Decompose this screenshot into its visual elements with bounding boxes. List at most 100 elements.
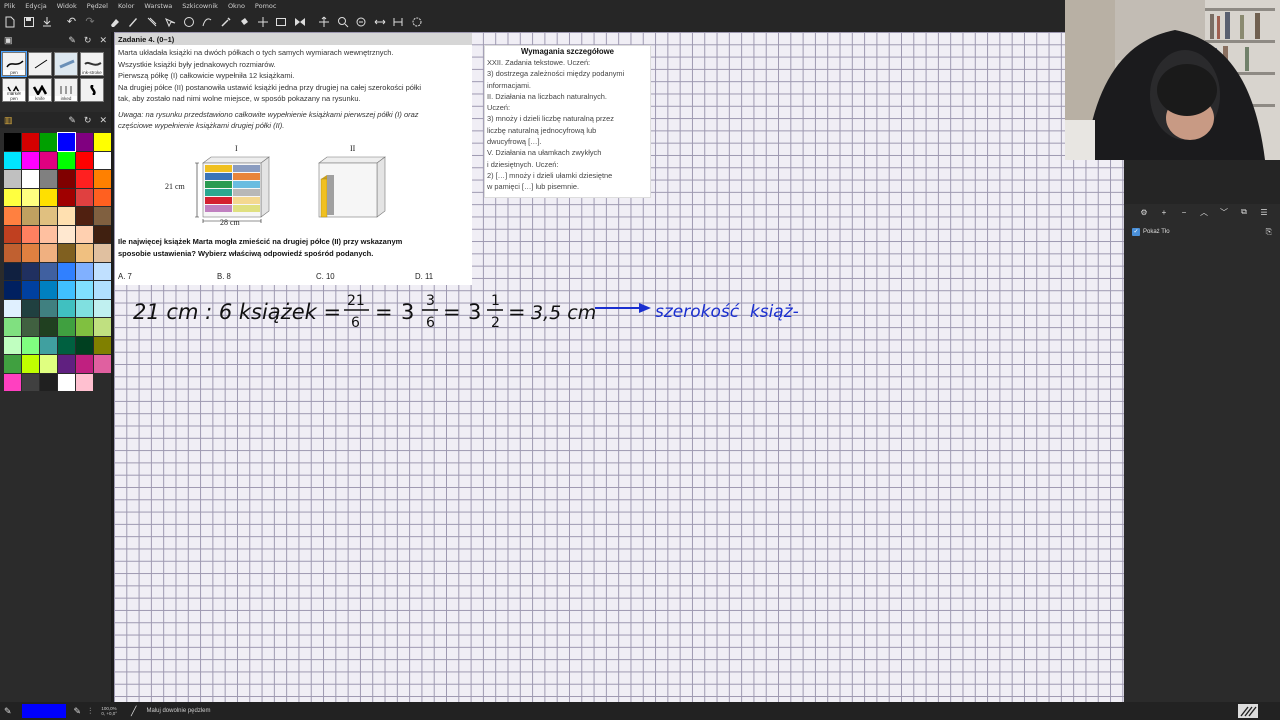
menu-color[interactable]: Kolor: [118, 2, 134, 10]
duplicate-layer-icon[interactable]: ⧉: [1234, 207, 1254, 217]
palette-swatch[interactable]: [4, 133, 21, 151]
palette-swatch[interactable]: [58, 262, 75, 280]
palette-swatch[interactable]: [22, 318, 39, 336]
palette-swatch[interactable]: [76, 133, 93, 151]
remove-layer-icon[interactable]: −: [1174, 208, 1194, 217]
save-icon[interactable]: [22, 15, 36, 29]
layer-row[interactable]: ✓ Pokaż Tło ⎘: [1124, 224, 1280, 240]
palette-swatch[interactable]: [40, 336, 57, 354]
palette-swatch[interactable]: [40, 281, 57, 299]
palette-swatch[interactable]: [94, 281, 111, 299]
palette-swatch[interactable]: [4, 188, 21, 206]
palette-swatch[interactable]: [94, 225, 111, 243]
palette-swatch[interactable]: [22, 355, 39, 373]
palette-swatch[interactable]: [94, 207, 111, 225]
rotate-icon[interactable]: [354, 15, 368, 29]
palette-swatch[interactable]: [94, 188, 111, 206]
brush-preset[interactable]: ink-stroke: [80, 52, 104, 76]
palette-swatch[interactable]: [58, 299, 75, 317]
palette-swatch[interactable]: [40, 151, 57, 169]
palette-swatch[interactable]: [40, 262, 57, 280]
brush-tool-icon[interactable]: ╱: [131, 706, 136, 717]
menu-view[interactable]: Widok: [57, 2, 77, 10]
palette-swatch[interactable]: [94, 151, 111, 169]
move-layer-up-icon[interactable]: ︿: [1194, 207, 1214, 218]
layer-properties-icon[interactable]: ⚙: [1134, 208, 1154, 217]
palette-swatch[interactable]: [22, 133, 39, 151]
fill-icon[interactable]: [237, 15, 251, 29]
menu-brush[interactable]: Pędzel: [87, 2, 108, 10]
brush-preset[interactable]: inked: [54, 78, 78, 102]
palette-swatch[interactable]: [76, 281, 93, 299]
palette-swatch[interactable]: [22, 207, 39, 225]
palette-swatch[interactable]: [40, 355, 57, 373]
pen-tool-icon[interactable]: ✎: [4, 706, 12, 717]
pen-icon[interactable]: [126, 15, 140, 29]
palette-settings-icon[interactable]: ✎: [68, 115, 76, 126]
brush-settings-icon[interactable]: ✎: [68, 35, 76, 46]
brush-preset[interactable]: knife: [28, 78, 52, 102]
menu-help[interactable]: Pomoc: [255, 2, 277, 10]
brush-preset[interactable]: [54, 52, 78, 76]
paste-icon[interactable]: ⎘: [1266, 227, 1272, 237]
path-icon[interactable]: [200, 15, 214, 29]
palette-swatch[interactable]: [40, 207, 57, 225]
symmetry-icon[interactable]: [293, 15, 307, 29]
palette-swatch[interactable]: [4, 262, 21, 280]
palette-swatch[interactable]: [57, 132, 76, 152]
lasso-icon[interactable]: [163, 15, 177, 29]
palette-swatch[interactable]: [22, 373, 39, 391]
palette-swatch[interactable]: [4, 151, 21, 169]
palette-swatch[interactable]: [22, 151, 39, 169]
palette-swatch[interactable]: [94, 336, 111, 354]
palette-swatch[interactable]: [76, 207, 93, 225]
menu-window[interactable]: Okno: [228, 2, 245, 10]
flip-icon[interactable]: [373, 15, 387, 29]
eraser-icon[interactable]: [108, 15, 122, 29]
frame-icon[interactable]: [274, 15, 288, 29]
palette-swatch[interactable]: [58, 244, 75, 262]
menu-edit[interactable]: Edycja: [25, 2, 46, 10]
palette-swatch[interactable]: [58, 188, 75, 206]
palette-swatch[interactable]: [94, 355, 111, 373]
palette-swatch[interactable]: [58, 355, 75, 373]
palette-swatch[interactable]: [76, 355, 93, 373]
menu-layer[interactable]: Warstwa: [144, 2, 172, 10]
brush-preset[interactable]: [28, 52, 52, 76]
add-layer-icon[interactable]: +: [1154, 208, 1174, 217]
move-icon[interactable]: [317, 15, 331, 29]
palette-swatch[interactable]: [94, 244, 111, 262]
palette-swatch[interactable]: [4, 299, 21, 317]
palette-swatch[interactable]: [22, 262, 39, 280]
palette-swatch[interactable]: [22, 281, 39, 299]
eyedropper-icon[interactable]: [219, 15, 233, 29]
layer-visibility-checkbox[interactable]: ✓: [1132, 228, 1140, 236]
palette-swatch[interactable]: [40, 299, 57, 317]
palette-swatch[interactable]: [76, 336, 93, 354]
palette-swatch[interactable]: [58, 336, 75, 354]
palette-swatch[interactable]: [94, 262, 111, 280]
edit-color-icon[interactable]: ✎: [74, 706, 82, 717]
ellipse-icon[interactable]: [182, 15, 196, 29]
answer-b[interactable]: B. 8: [217, 272, 316, 281]
brush-icon[interactable]: [145, 15, 159, 29]
zoom-icon[interactable]: [336, 15, 350, 29]
pan-icon[interactable]: [391, 15, 405, 29]
answer-d[interactable]: D. 11: [415, 272, 514, 281]
menu-file[interactable]: Plik: [4, 2, 15, 10]
palette-swatch[interactable]: [22, 336, 39, 354]
brush-preset[interactable]: marker pen: [2, 78, 26, 102]
palette-swatch[interactable]: [94, 318, 111, 336]
palette-swatch[interactable]: [40, 133, 57, 151]
foreground-color-swatch[interactable]: [21, 704, 66, 718]
palette-swatch[interactable]: [76, 373, 93, 391]
menu-sketchbook[interactable]: Szkicownik: [182, 2, 218, 10]
palette-swatch[interactable]: [4, 355, 21, 373]
palette-swatch[interactable]: [94, 170, 111, 188]
palette-swatch[interactable]: [4, 207, 21, 225]
palette-swatch[interactable]: [58, 318, 75, 336]
undo-icon[interactable]: ↶: [65, 15, 79, 29]
palette-swatch[interactable]: [40, 188, 57, 206]
palette-swatch[interactable]: [4, 281, 21, 299]
transform-icon[interactable]: [256, 15, 270, 29]
